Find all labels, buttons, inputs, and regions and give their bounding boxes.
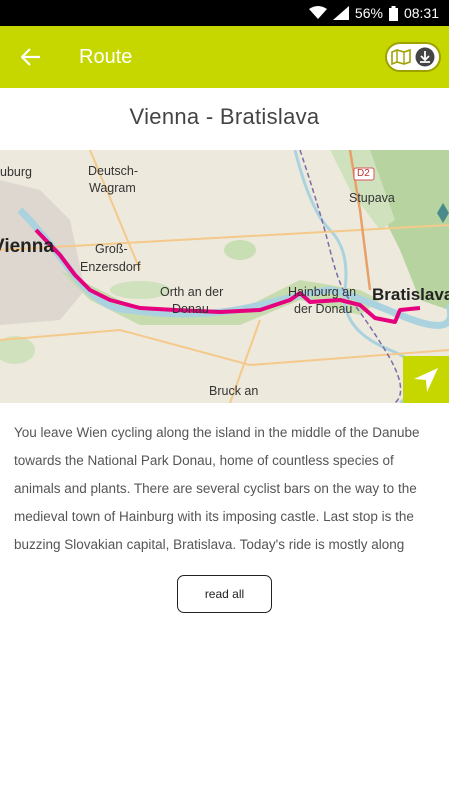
clock: 08:31 <box>403 5 439 21</box>
map-label-wagram: Wagram <box>89 181 136 195</box>
map-label-d2: D2 <box>357 168 370 179</box>
signal-icon <box>332 6 349 20</box>
map-label-stupava: Stupava <box>349 191 395 205</box>
battery-percent: 56% <box>354 5 383 21</box>
wifi-icon <box>308 6 327 19</box>
app-title: Route <box>79 45 133 68</box>
read-all-button[interactable]: read all <box>177 575 272 613</box>
download-icon <box>415 47 435 67</box>
map-label-gross: Groß- <box>95 242 128 256</box>
map-icon <box>391 48 411 66</box>
route-map[interactable]: uburg Deutsch- Wagram Vienna Groß- Enzer… <box>0 150 449 403</box>
map-label-vienna: Vienna <box>0 236 54 257</box>
battery-icon <box>388 5 398 21</box>
map-canvas <box>0 150 449 403</box>
map-label-bratislava: Bratislava <box>372 285 449 304</box>
map-label-hainburg2: der Donau <box>294 302 353 316</box>
map-label-hainburg1: Hainburg an <box>288 285 357 299</box>
arrow-left-icon <box>21 48 40 66</box>
map-label-orth1: Orth an der <box>160 285 224 299</box>
navigate-button[interactable] <box>403 356 449 403</box>
map-label-enzersdorf: Enzersdorf <box>80 260 141 274</box>
map-label-deutsch: Deutsch- <box>88 164 139 178</box>
route-description: You leave Wien cycling along the island … <box>14 425 420 552</box>
download-map-button[interactable] <box>385 42 441 72</box>
back-button[interactable] <box>0 26 62 88</box>
map-label-bruck: Bruck an <box>209 384 259 398</box>
map-pin-icon <box>437 203 449 223</box>
map-label-uburg: uburg <box>0 165 32 179</box>
status-bar: 56% 08:31 <box>0 0 449 26</box>
navigation-arrow-icon <box>414 367 438 392</box>
map-label-orth2: Donau <box>172 302 209 316</box>
route-title: Vienna - Bratislava <box>129 104 320 129</box>
app-bar: Route <box>0 26 449 88</box>
